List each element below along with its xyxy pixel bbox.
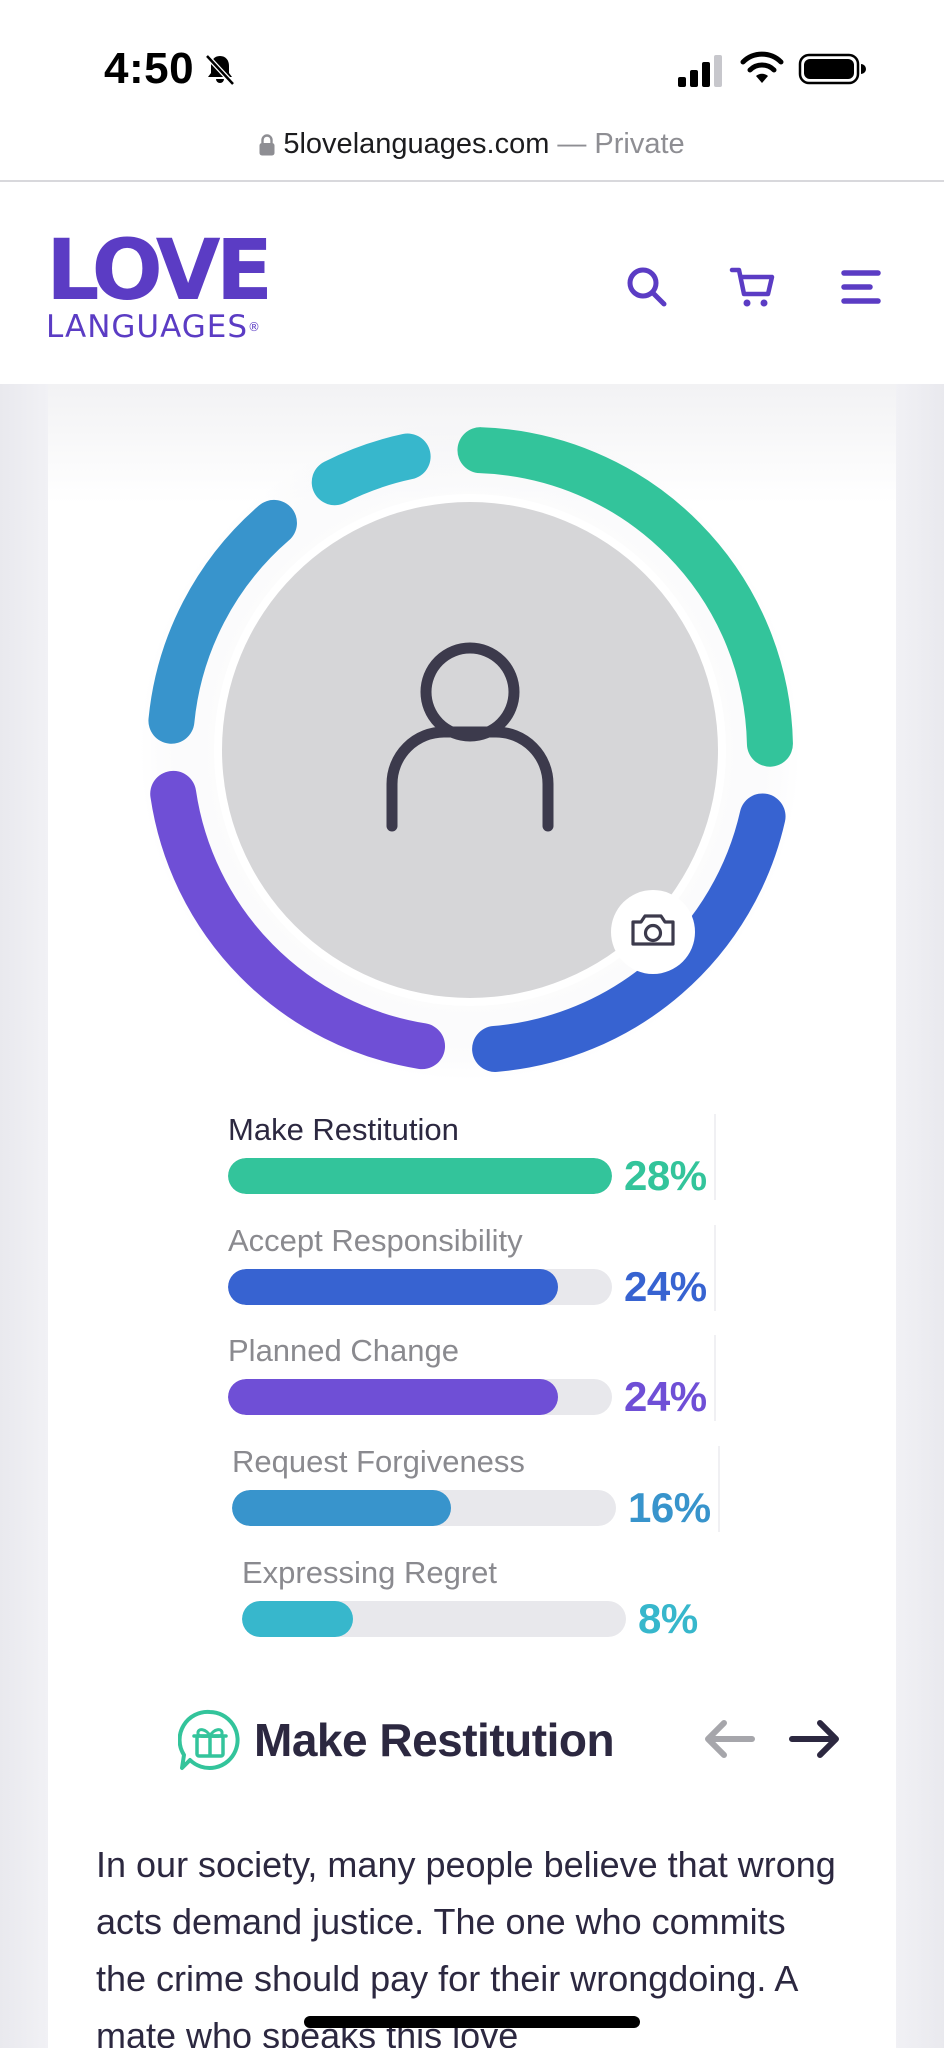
camera-button[interactable] (611, 890, 695, 974)
gift-icon (178, 1709, 240, 1770)
result-label: Make Restitution (228, 1112, 459, 1147)
url-domain: 5lovelanguages.com (283, 128, 550, 160)
divider (718, 1446, 720, 1532)
status-bar: 4:50 (0, 0, 944, 120)
section-title: Make Restitution (254, 1714, 615, 1766)
url-separator: — (557, 128, 587, 160)
site-header: LOVE LANGUAGES® (0, 184, 944, 384)
result-bar-fill (242, 1601, 354, 1637)
result-row[interactable]: Accept Responsibility 24% (228, 1223, 718, 1323)
cellular-signal-icon (678, 55, 722, 87)
results-ring-chart (140, 420, 800, 1080)
result-row[interactable]: Expressing Regret 8% (242, 1555, 732, 1655)
home-indicator[interactable] (304, 2016, 640, 2028)
browsing-mode: Private (594, 128, 685, 160)
result-row[interactable]: Make Restitution 28% (228, 1112, 718, 1212)
wifi-icon (740, 51, 784, 83)
ring-segment (311, 433, 431, 506)
result-label: Request Forgiveness (232, 1444, 525, 1479)
result-bar-track (232, 1490, 616, 1526)
cart-icon[interactable] (728, 262, 778, 312)
result-bar-fill (232, 1490, 451, 1526)
result-bar-track (242, 1601, 626, 1637)
divider (714, 1225, 716, 1311)
bell-slash-icon (205, 54, 235, 86)
result-percent: 28% (624, 1152, 707, 1199)
result-label: Expressing Regret (242, 1555, 498, 1590)
search-icon[interactable] (622, 262, 672, 312)
result-percent: 24% (624, 1373, 707, 1420)
result-bar-track (228, 1158, 612, 1194)
result-bar-track (228, 1269, 612, 1305)
status-time: 4:50 (104, 44, 195, 93)
menu-icon[interactable] (836, 262, 886, 312)
arrow-right-icon[interactable] (786, 1714, 844, 1764)
result-bar-fill (228, 1158, 612, 1194)
divider (714, 1114, 716, 1200)
result-row[interactable]: Request Forgiveness 16% (232, 1444, 722, 1544)
divider (714, 1335, 716, 1421)
result-percent: 8% (638, 1595, 698, 1642)
logo-wordmark-bottom: LANGUAGES® (46, 309, 262, 345)
result-row[interactable]: Planned Change 24% (228, 1333, 718, 1433)
result-percent: 24% (624, 1263, 707, 1310)
arrow-left-icon[interactable] (700, 1714, 758, 1764)
result-percent: 16% (628, 1484, 711, 1531)
result-bar-track (228, 1379, 612, 1415)
love-languages-logo[interactable]: LOVE LANGUAGES® (46, 221, 273, 344)
logo-wordmark-top: LOVE (46, 221, 273, 319)
section-heading: Make Restitution (178, 1708, 615, 1772)
result-label: Planned Change (228, 1333, 459, 1368)
lock-icon (259, 133, 275, 155)
battery-icon (798, 53, 866, 85)
result-bar-fill (228, 1269, 559, 1305)
browser-url-bar[interactable]: 5lovelanguages.com — Private (0, 120, 944, 182)
result-bar-fill (228, 1379, 559, 1415)
result-label: Accept Responsibility (228, 1223, 523, 1258)
